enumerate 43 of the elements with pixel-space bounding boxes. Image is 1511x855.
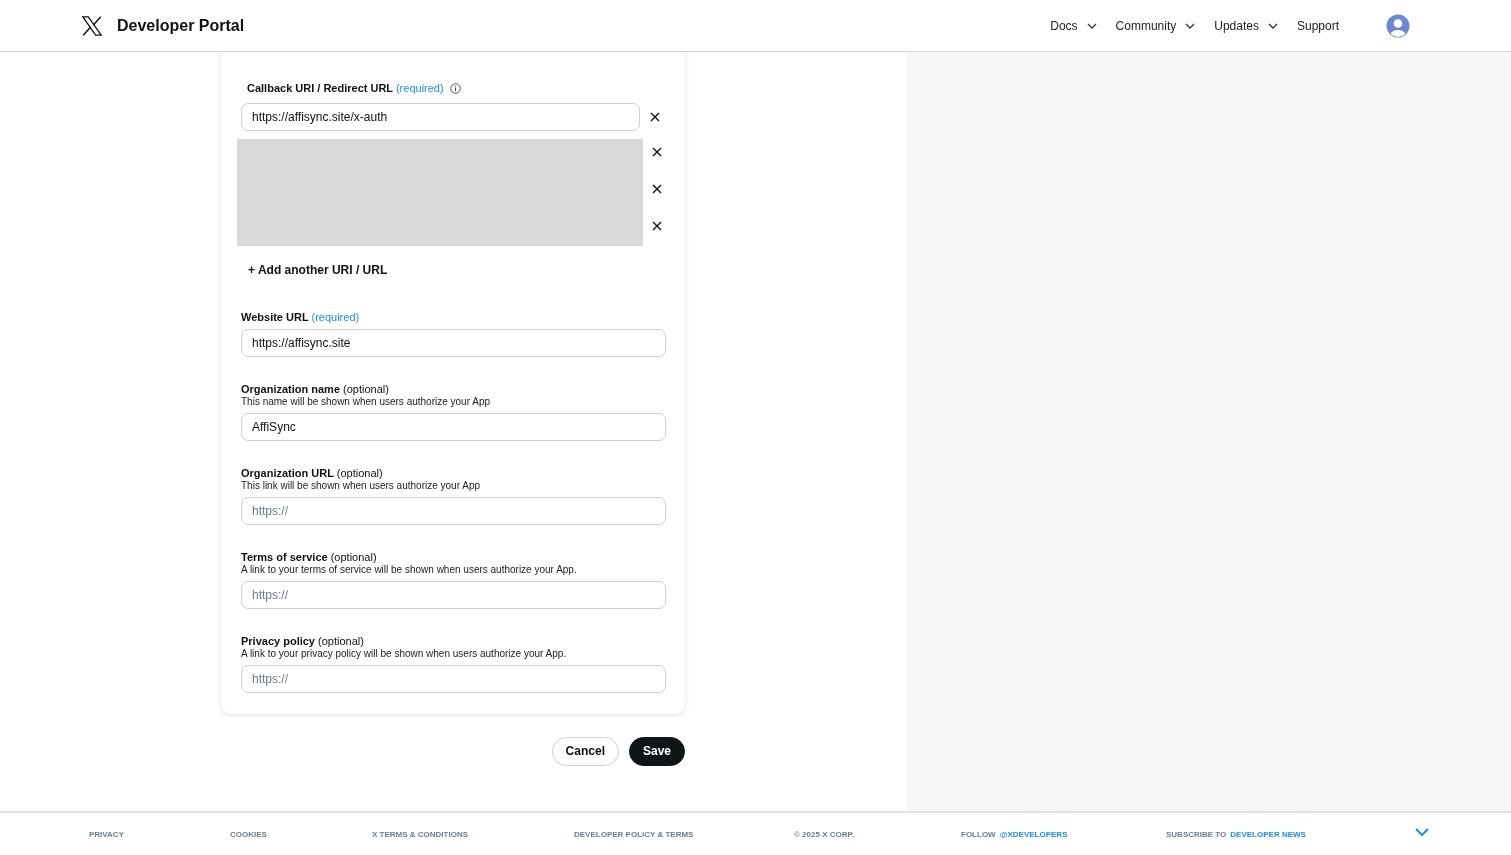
footer-link[interactable]: DEVELOPER POLICY & TERMS xyxy=(574,829,694,839)
add-url-link[interactable]: + Add another URI / URL xyxy=(248,262,666,277)
chevron-down-icon[interactable] xyxy=(1185,23,1196,29)
nav-link[interactable]: Docs xyxy=(1050,18,1097,33)
footer-link[interactable]: DEVELOPER NEWS xyxy=(1230,829,1306,839)
close-button[interactable] xyxy=(648,110,662,124)
field-hint: A link to your terms of service will be shown when users authorize your App. xyxy=(241,563,578,575)
text-field[interactable]: https://affisync.site xyxy=(241,328,666,357)
save-button[interactable]: Save xyxy=(628,736,685,766)
field-label: Website URL (required) xyxy=(241,310,361,323)
field-label: Organization URL (optional) xyxy=(241,466,384,479)
cancel-button[interactable]: Cancel xyxy=(551,736,619,766)
text-field[interactable]: https:// xyxy=(241,496,666,525)
footer-link[interactable]: COOKIES xyxy=(230,829,267,839)
footer-link[interactable]: @XDEVELOPERS xyxy=(999,829,1068,839)
field-hint: A link to your privacy policy will be shown when users authorize your App. xyxy=(241,647,568,659)
field-label: Callback URI / Redirect URL (required) xyxy=(247,82,444,94)
close-button[interactable] xyxy=(650,182,664,196)
text-field[interactable]: https:// xyxy=(241,664,666,693)
text-field[interactable]: AffiSync xyxy=(241,412,666,441)
footer-link[interactable]: PRIVACY xyxy=(89,829,124,839)
portal-title: Developer Portal xyxy=(117,16,245,35)
nav-link[interactable]: Support xyxy=(1296,18,1339,33)
text-field[interactable]: https:// xyxy=(241,580,666,609)
chevron-down-icon[interactable] xyxy=(1267,23,1278,29)
field-hint: This name will be shown when users authorize your App xyxy=(241,395,492,407)
footer-text: FOLLOW xyxy=(961,829,996,839)
info-icon xyxy=(449,82,461,94)
field-hint: This link will be shown when users authorize your App xyxy=(241,479,481,491)
field-label: Terms of service (optional) xyxy=(241,550,378,563)
url-field[interactable]: https://affisync.site/x-auth xyxy=(241,103,640,131)
footer-text: SUBSCRIBE TO xyxy=(1166,829,1227,839)
close-button[interactable] xyxy=(650,145,664,159)
field-label: Privacy policy (optional) xyxy=(241,634,365,647)
field-label: Organization name (optional) xyxy=(241,382,390,395)
x-logo-icon[interactable] xyxy=(81,14,103,37)
chevron-down-icon[interactable] xyxy=(1086,23,1097,29)
close-button[interactable] xyxy=(650,219,664,233)
avatar-icon[interactable] xyxy=(1386,13,1410,38)
nav-link[interactable]: Community xyxy=(1115,18,1196,33)
nav-link[interactable]: Updates xyxy=(1214,18,1278,33)
footer-link[interactable]: X TERMS & CONDITIONS xyxy=(372,829,468,839)
footer-link[interactable]: © 2025 X CORP. xyxy=(794,829,854,839)
